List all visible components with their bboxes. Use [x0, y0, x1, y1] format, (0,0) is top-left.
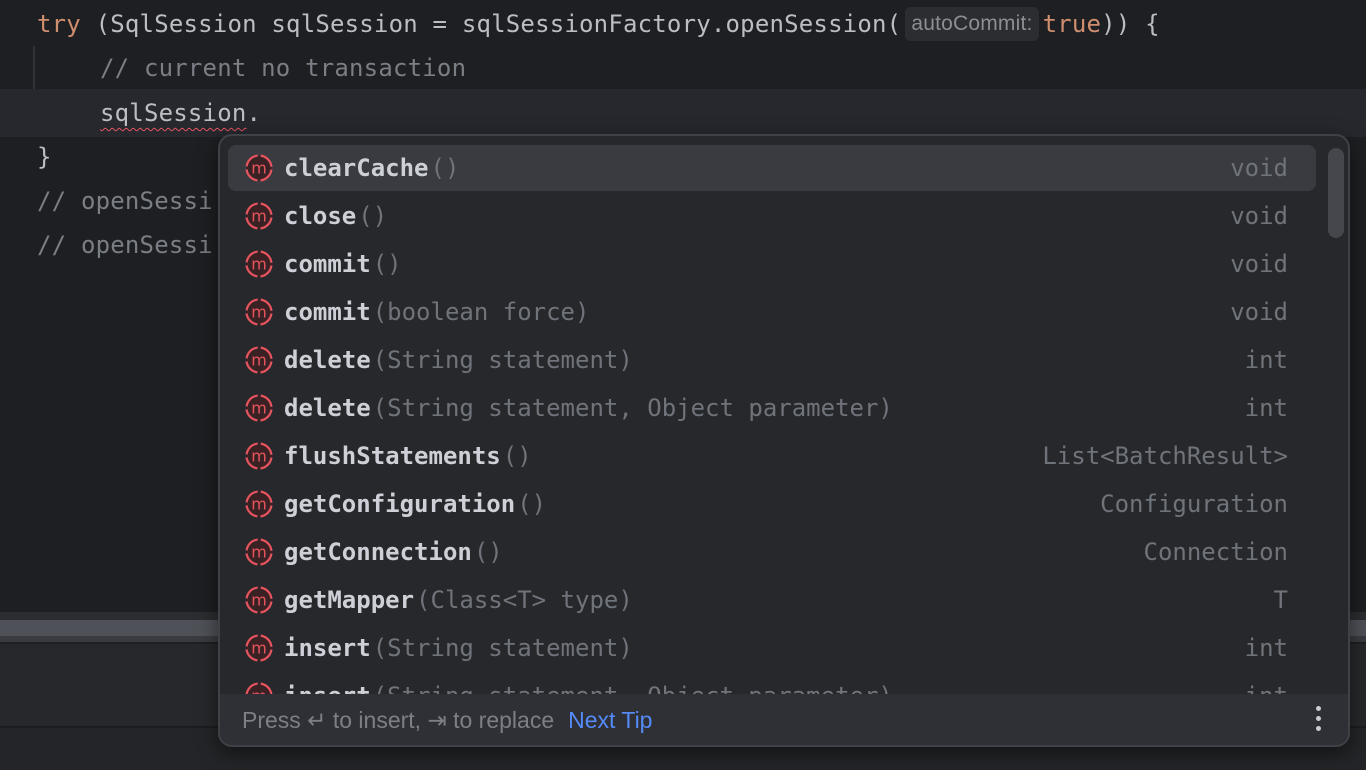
method-name: clearCache [284, 154, 429, 182]
method-name: insert [284, 682, 371, 694]
method-name: commit [284, 250, 371, 278]
comment: // openSessi [37, 231, 213, 259]
method-params: () [430, 154, 460, 182]
completion-popup[interactable]: m clearCache () void m close () void m c… [218, 134, 1350, 747]
svg-text:m: m [251, 303, 267, 322]
svg-text:m: m [251, 351, 267, 370]
completion-item[interactable]: m commit (boolean force) void [228, 289, 1316, 335]
completion-item[interactable]: m getMapper (Class<T> type) T [228, 577, 1316, 623]
return-type: void [1230, 250, 1288, 278]
method-params: (String statement) [372, 634, 633, 662]
code-text: (SqlSession sqlSession = sqlSessionFacto… [80, 10, 902, 38]
completion-item[interactable]: m flushStatements () List<BatchResult> [228, 433, 1316, 479]
keyword: try [37, 10, 81, 38]
return-type: void [1230, 154, 1288, 182]
next-tip-link[interactable]: Next Tip [568, 707, 652, 734]
completion-footer: Press ↵ to insert, ⇥ to replace Next Tip [220, 694, 1348, 745]
svg-text:m: m [251, 159, 267, 178]
method-icon: m [244, 297, 274, 327]
return-type: int [1244, 634, 1288, 662]
method-params: (boolean force) [372, 298, 590, 326]
method-icon: m [244, 393, 274, 423]
method-name: getConfiguration [284, 490, 516, 518]
code-line-1[interactable]: try (SqlSession sqlSession = sqlSessionF… [0, 0, 1366, 48]
method-params: (Class<T> type) [416, 586, 633, 614]
method-name: delete [284, 394, 371, 422]
code-text: )) { [1101, 10, 1160, 38]
method-name: close [284, 202, 357, 230]
method-icon: m [244, 633, 274, 663]
completion-item[interactable]: m delete (String statement) int [228, 337, 1316, 383]
method-params: (String statement, Object parameter) [373, 682, 893, 694]
svg-text:m: m [251, 687, 267, 695]
comment: // current no transaction [100, 54, 467, 82]
completion-item[interactable]: m commit () void [228, 241, 1316, 287]
method-icon: m [244, 585, 274, 615]
method-name: delete [284, 346, 371, 374]
method-params: () [473, 538, 503, 566]
return-type: int [1244, 394, 1288, 422]
keyword: true [1042, 10, 1102, 38]
code-text: . [246, 99, 262, 127]
code-line-3-current[interactable]: sqlSession. [0, 89, 1366, 137]
svg-text:m: m [251, 591, 267, 610]
return-type: int [1244, 346, 1288, 374]
svg-text:m: m [251, 495, 267, 514]
completion-item[interactable]: m getConnection () Connection [228, 529, 1316, 575]
return-type: Configuration [1100, 490, 1288, 518]
error-highlight: sqlSession [100, 99, 247, 127]
method-name: insert [284, 634, 371, 662]
method-name: getMapper [284, 586, 415, 614]
method-name: commit [284, 298, 371, 326]
method-params: () [358, 202, 388, 230]
code-text: } [37, 143, 52, 171]
svg-text:m: m [251, 543, 267, 562]
method-params: (String statement) [372, 346, 633, 374]
comment: // openSessi [37, 187, 213, 215]
return-type: void [1230, 202, 1288, 230]
method-icon: m [244, 201, 274, 231]
method-icon: m [244, 681, 274, 694]
svg-text:m: m [251, 255, 267, 274]
method-name: getConnection [284, 538, 472, 566]
completion-item[interactable]: m insert (String statement) int [228, 625, 1316, 671]
parameter-hint: autoCommit: [905, 7, 1039, 41]
return-type: T [1273, 586, 1288, 614]
method-params: () [502, 442, 532, 470]
footer-hint: Press ↵ to insert, ⇥ to replace [242, 707, 555, 733]
completion-item[interactable]: m close () void [228, 193, 1316, 239]
method-params: () [372, 250, 402, 278]
method-icon: m [244, 249, 274, 279]
return-type: List<BatchResult> [1042, 442, 1288, 470]
method-icon: m [244, 537, 274, 567]
method-icon: m [244, 489, 274, 519]
return-type: int [1245, 682, 1288, 694]
method-name: flushStatements [284, 442, 501, 470]
completion-item[interactable]: m getConfiguration () Configuration [228, 481, 1316, 527]
svg-text:m: m [251, 207, 267, 226]
popup-scrollbar-thumb[interactable] [1328, 148, 1344, 238]
completion-item[interactable]: m insert (String statement, Object param… [228, 673, 1316, 694]
completion-list[interactable]: m clearCache () void m close () void m c… [220, 136, 1348, 694]
svg-text:m: m [251, 399, 267, 418]
method-params: () [517, 490, 547, 518]
method-icon: m [244, 345, 274, 375]
code-line-2[interactable]: // current no transaction [0, 44, 1366, 92]
svg-text:m: m [251, 447, 267, 466]
method-icon: m [244, 153, 274, 183]
svg-text:m: m [251, 639, 267, 658]
more-options-icon[interactable] [1316, 706, 1322, 736]
return-type: Connection [1143, 538, 1289, 566]
method-icon: m [244, 441, 274, 471]
return-type: void [1230, 298, 1288, 326]
completion-item[interactable]: m clearCache () void [228, 145, 1316, 191]
completion-item[interactable]: m delete (String statement, Object param… [228, 385, 1316, 431]
method-params: (String statement, Object parameter) [372, 394, 893, 422]
